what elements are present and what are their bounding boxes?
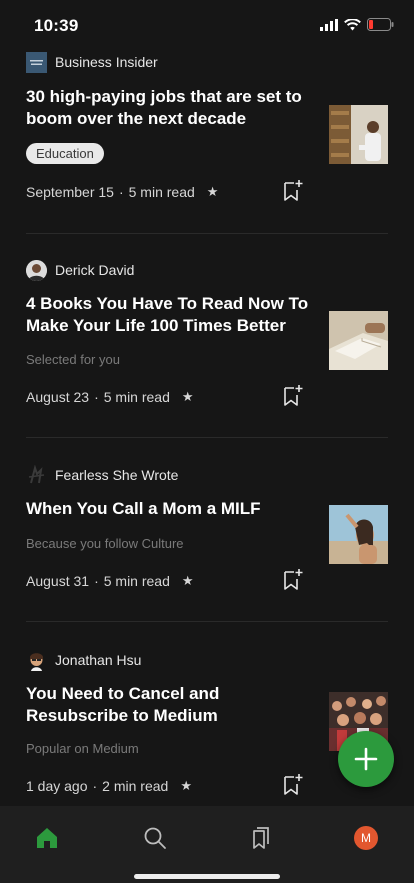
article-thumbnail[interactable] [329,311,388,370]
meta-separator: · [94,389,99,405]
wifi-icon [344,18,361,30]
nav-profile[interactable]: M [352,824,380,852]
member-star-icon: ★ [181,389,194,404]
author-name[interactable]: Derick David [55,262,134,278]
bookmarks-icon [253,827,269,849]
article-date: August 31 [26,573,90,589]
article-meta: 1 day ago · 2 min read ★ [26,778,192,794]
status-icons [320,18,394,31]
new-story-button[interactable] [338,731,394,787]
article-title[interactable]: When You Call a Mom a MILF [26,498,314,520]
article-byline[interactable]: Fearless She Wrote [26,464,178,486]
nav-search[interactable] [141,824,169,852]
recommendation-reason: Selected for you [26,352,120,367]
article-date: 1 day ago [26,778,88,794]
article-title[interactable]: 30 high-paying jobs that are set to boom… [26,86,314,130]
publisher-logo [26,51,47,73]
article-card[interactable]: Derick David 4 Books You Have To Read No… [26,234,388,438]
topic-tag[interactable]: Education [26,143,104,164]
article-meta: August 31 · 5 min read ★ [26,573,194,589]
profile-avatar: M [354,826,378,850]
bookmark-button[interactable] [282,179,304,203]
read-time: 5 min read [103,389,170,405]
nav-home[interactable] [33,824,61,852]
status-bar: 10:39 [0,0,414,48]
bookmark-add-icon [284,180,303,201]
signal-icon [320,18,338,31]
article-meta: September 15 · 5 min read ★ [26,184,218,200]
home-indicator [134,874,280,879]
read-time: 2 min read [102,778,169,794]
member-star-icon: ★ [180,778,192,793]
search-icon [144,827,166,849]
article-byline[interactable]: Jonathan Hsu [26,649,141,671]
battery-icon [367,18,394,31]
bookmark-add-icon [284,774,303,795]
article-meta: August 23 · 5 min read ★ [26,389,194,405]
article-thumbnail[interactable] [329,105,388,164]
author-avatar [26,259,47,281]
read-time: 5 min read [103,573,170,589]
meta-separator: · [118,184,124,200]
article-card[interactable]: Business Insider 30 high-paying jobs tha… [26,48,388,234]
home-icon [37,828,57,848]
publication-logo [26,464,47,486]
article-title[interactable]: You Need to Cancel and Resubscribe to Me… [26,683,314,727]
member-star-icon: ★ [181,573,194,588]
meta-separator: · [92,778,98,794]
article-card[interactable]: Jonathan Hsu You Need to Cancel and Resu… [26,622,388,809]
bookmark-add-icon [284,385,303,406]
author-name[interactable]: Jonathan Hsu [55,652,141,668]
read-time: 5 min read [128,184,195,200]
article-date: September 15 [26,184,114,200]
bookmark-add-icon [284,569,303,590]
author-avatar [26,649,47,671]
article-feed[interactable]: Business Insider 30 high-paying jobs tha… [0,48,414,809]
article-title[interactable]: 4 Books You Have To Read Now To Make You… [26,293,314,337]
bookmark-button[interactable] [282,773,304,797]
bottom-navigation: M [0,806,414,883]
bookmark-button[interactable] [282,568,304,592]
plus-icon [354,747,378,771]
recommendation-reason: Because you follow Culture [26,536,184,551]
article-date: August 23 [26,389,90,405]
article-card[interactable]: Fearless She Wrote When You Call a Mom a… [26,438,388,622]
nav-bookmarks[interactable] [246,824,274,852]
member-star-icon: ★ [206,184,219,199]
article-byline[interactable]: Business Insider [26,51,158,73]
article-thumbnail[interactable] [329,505,388,564]
article-byline[interactable]: Derick David [26,259,134,281]
status-time: 10:39 [34,16,79,35]
publication-name[interactable]: Fearless She Wrote [55,467,178,483]
recommendation-reason: Popular on Medium [26,741,139,756]
bookmark-button[interactable] [282,384,304,408]
publisher-name[interactable]: Business Insider [55,54,158,70]
meta-separator: · [94,573,99,589]
